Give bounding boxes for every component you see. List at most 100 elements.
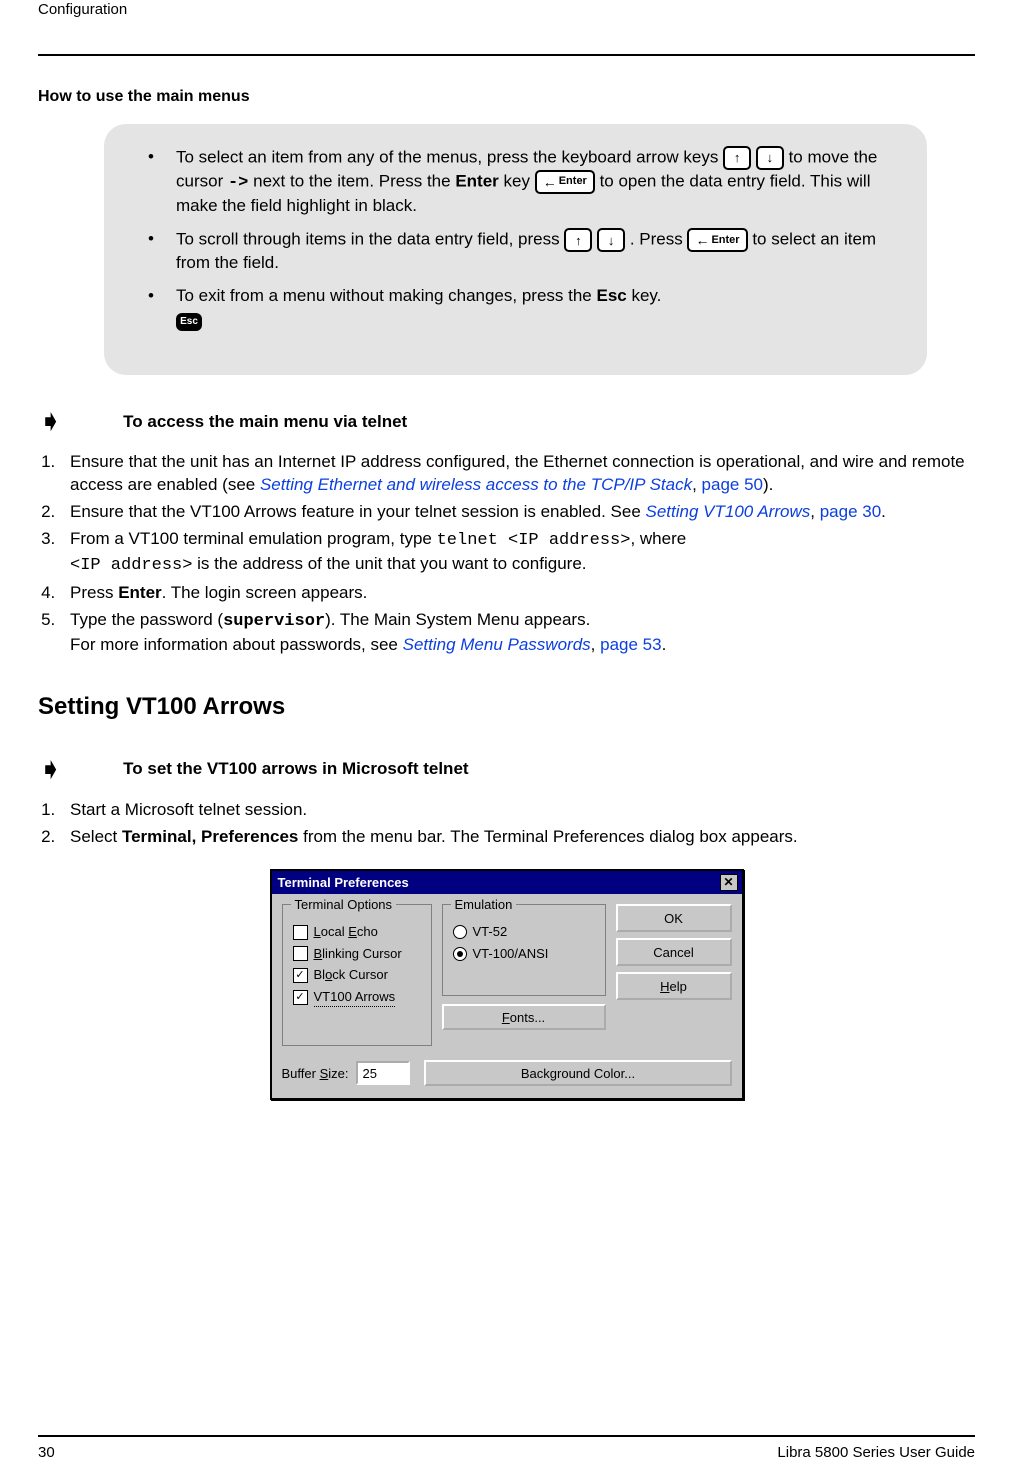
down-arrow-key-icon: ↓ [597,228,625,252]
vt100-arrows-checkbox[interactable]: ✓ VT100 Arrows [293,988,421,1007]
buffer-size-label: Buffer Size: [282,1065,349,1083]
xref-link[interactable]: Setting VT100 Arrows [646,502,811,521]
section-heading: Setting VT100 Arrows [38,691,975,723]
bullet-icon: • [148,285,154,308]
enter-key-icon: ←Enter [535,170,595,194]
procedure-heading-row: ➧ To set the VT100 arrows in Microsoft t… [38,755,975,785]
procedure-title: To set the VT100 arrows in Microsoft tel… [123,758,468,781]
xref-link[interactable]: Setting Menu Passwords [403,635,591,654]
dialog-title: Terminal Preferences [278,874,409,892]
step-text: from the menu bar. The Terminal Preferen… [298,827,797,846]
esc-key-icon: Esc [176,313,202,331]
checkbox-label: VT100 Arrows [314,988,396,1007]
background-color-button[interactable]: Background Color... [424,1060,731,1086]
callout-text: To scroll through items in the data entr… [176,230,564,249]
group-legend: Terminal Options [291,896,397,914]
radio-icon [453,947,467,961]
procedure-arrow-icon: ➧ [38,755,63,785]
help-button[interactable]: Help [616,972,732,1000]
step-text: Select [70,827,122,846]
callout-item-1: • To select an item from any of the menu… [132,146,899,218]
local-echo-checkbox[interactable]: Local Echo [293,923,421,941]
radio-label: VT-52 [473,923,508,941]
step-text: Ensure that the VT100 Arrows feature in … [70,502,646,521]
checkbox-label: Local Echo [314,923,378,941]
procedure-steps: Ensure that the unit has an Internet IP … [38,451,975,657]
list-item: Ensure that the unit has an Internet IP … [60,451,975,497]
callout-text: next to the item. Press the [253,171,455,190]
enter-key-icon: ←Enter [687,228,747,252]
step-text: From a VT100 terminal emulation program,… [70,529,437,548]
procedure-heading-row: ➧ To access the main menu via telnet [38,407,975,437]
step-text: , where [630,529,686,548]
placeholder-text: <IP address> [70,556,192,575]
step-text: ). [763,475,773,494]
emulation-group: Emulation VT-52 VT-100/ANSI [442,904,606,996]
callout-item-2: • To scroll through items in the data en… [132,228,899,275]
vt100-radio[interactable]: VT-100/ANSI [453,945,595,963]
step-text: Type the password ( [70,610,223,629]
step-text: , [692,475,701,494]
step-text: For more information about passwords, se… [70,635,403,654]
up-arrow-key-icon: ↑ [564,228,592,252]
callout-item-3: • To exit from a menu without making cha… [132,285,899,331]
checkbox-icon: ✓ [293,968,308,983]
how-to-heading: How to use the main menus [38,86,975,108]
page-ref-link[interactable]: page 30 [820,502,881,521]
command-text: telnet <IP address> [437,531,631,550]
esc-word: Esc [596,286,626,305]
guide-title: Libra 5800 Series User Guide [777,1443,975,1463]
callout-text: key [504,171,535,190]
step-text: . The login screen appears. [162,583,368,602]
group-legend: Emulation [451,896,517,914]
blinking-cursor-checkbox[interactable]: Blinking Cursor [293,945,421,963]
step-text: ). The Main System Menu appears. [325,610,590,629]
close-icon[interactable]: ✕ [720,874,738,891]
step-text: , [591,635,600,654]
ok-button[interactable]: OK [616,904,732,932]
list-item: Start a Microsoft telnet session. [60,799,975,822]
list-item: From a VT100 terminal emulation program,… [60,528,975,578]
block-cursor-checkbox[interactable]: ✓ Block Cursor [293,966,421,984]
list-item: Ensure that the VT100 Arrows feature in … [60,501,975,524]
fonts-button[interactable]: Fonts... [442,1004,606,1030]
callout-text: key. [631,286,661,305]
page-ref-link[interactable]: page 53 [600,635,661,654]
password-text: supervisor [223,612,325,631]
cancel-button[interactable]: Cancel [616,938,732,966]
radio-icon [453,925,467,939]
step-text: . [881,502,886,521]
enter-word: Enter [118,583,161,602]
page-footer: 30 Libra 5800 Series User Guide [38,1435,975,1463]
radio-label: VT-100/ANSI [473,945,549,963]
procedure-title: To access the main menu via telnet [123,411,407,434]
up-arrow-key-icon: ↑ [723,146,751,170]
enter-word: Enter [455,171,498,190]
callout-text: To exit from a menu without making chang… [176,286,596,305]
dialog-titlebar[interactable]: Terminal Preferences ✕ [272,871,742,895]
page-number: 30 [38,1443,55,1463]
terminal-options-group: Terminal Options Local Echo Blinking Cur… [282,904,432,1046]
checkbox-label: Blinking Cursor [314,945,402,963]
list-item: Select Terminal, Preferences from the me… [60,826,975,849]
callout-box: • To select an item from any of the menu… [104,124,927,375]
down-arrow-key-icon: ↓ [756,146,784,170]
buffer-size-input[interactable]: 25 [356,1061,410,1085]
page-ref-link[interactable]: page 50 [702,475,763,494]
running-header: Configuration [38,0,975,24]
callout-text: To select an item from any of the menus,… [176,147,723,166]
header-rule [38,54,975,56]
checkbox-label: Block Cursor [314,966,388,984]
callout-text: . Press [630,230,688,249]
menu-path: Terminal, Preferences [122,827,298,846]
procedure-steps: Start a Microsoft telnet session. Select… [38,799,975,849]
vt52-radio[interactable]: VT-52 [453,923,595,941]
step-text: is the address of the unit that you want… [192,554,586,573]
step-text: , [810,502,819,521]
xref-link[interactable]: Setting Ethernet and wireless access to … [260,475,692,494]
procedure-arrow-icon: ➧ [38,407,63,437]
step-text: Start a Microsoft telnet session. [70,800,307,819]
terminal-preferences-dialog: Terminal Preferences ✕ Terminal Options … [270,869,744,1101]
step-text: . [662,635,667,654]
list-item: Type the password (supervisor). The Main… [60,609,975,657]
